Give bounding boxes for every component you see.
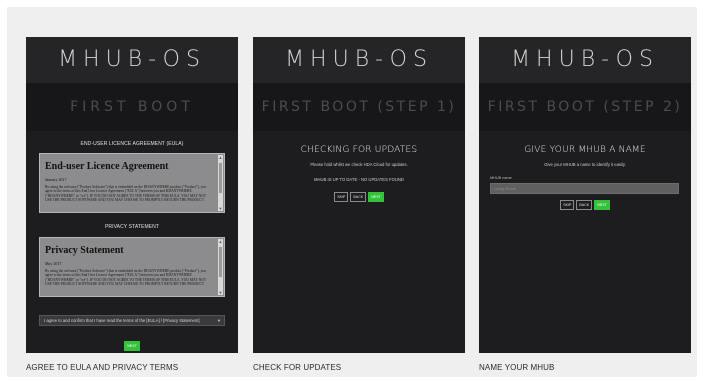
updates-actions: SKIP BACK NEXT xyxy=(253,192,465,202)
caption-eula: AGREE TO EULA AND PRIVACY TERMS xyxy=(26,363,179,372)
mhub-name-placeholder: Living Room xyxy=(494,186,517,191)
skip-button[interactable]: SKIP xyxy=(334,192,349,202)
skip-button[interactable]: SKIP xyxy=(560,200,575,210)
eula-actions: NEXT xyxy=(26,341,238,351)
scroll-down-icon[interactable]: ▼ xyxy=(218,206,223,211)
eula-doc-date: January 2017 xyxy=(45,177,67,182)
mhub-os-logo: MHUB-OS xyxy=(479,37,691,83)
next-button[interactable]: NEXT xyxy=(594,200,610,210)
privacy-doc-body: By using the software ("Product Software… xyxy=(45,269,206,287)
screen-name-mhub: MHUB-OS FIRST BOOT (STEP 2) GIVE YOUR MH… xyxy=(479,37,691,353)
back-button[interactable]: BACK xyxy=(576,200,593,210)
scroll-down-icon[interactable]: ▼ xyxy=(218,290,223,295)
eula-scrollbar[interactable]: ▲ ▼ xyxy=(218,155,223,211)
next-button[interactable]: NEXT xyxy=(368,192,384,202)
page-title: FIRST BOOT (STEP 2) xyxy=(479,83,691,131)
updates-subtitle: Please hold whilst we check HDA Cloud fo… xyxy=(310,162,408,167)
showcase-panel: MHUB-OS FIRST BOOT END-USER LICENCE AGRE… xyxy=(7,7,697,377)
back-button[interactable]: BACK xyxy=(350,192,367,202)
eula-doc-body: By using the software ("Product Software… xyxy=(45,185,206,203)
page-title: FIRST BOOT xyxy=(26,83,238,131)
updates-status: MHUB IS UP TO DATE - NO UPDATES FOUND xyxy=(314,177,404,182)
mhub-os-logo: MHUB-OS xyxy=(26,37,238,83)
scroll-thumb[interactable] xyxy=(219,247,222,277)
scroll-up-icon[interactable]: ▲ xyxy=(218,239,223,244)
privacy-doc-heading: Privacy Statement xyxy=(45,245,124,256)
name-actions: SKIP BACK NEXT xyxy=(479,200,691,210)
scroll-up-icon[interactable]: ▲ xyxy=(218,155,223,160)
mhub-os-logo: MHUB-OS xyxy=(253,37,465,83)
eula-document[interactable]: End-user Licence Agreement January 2017 … xyxy=(39,153,225,213)
agree-select-value: I agree to and confirm that I have read … xyxy=(44,318,200,323)
privacy-heading-label: PRIVACY STATEMENT xyxy=(104,224,160,230)
mhub-name-label: MHUB name xyxy=(490,176,512,180)
eula-doc-heading: End-user Licence Agreement xyxy=(45,161,169,172)
screen-eula: MHUB-OS FIRST BOOT END-USER LICENCE AGRE… xyxy=(26,37,238,353)
agree-select[interactable]: I agree to and confirm that I have read … xyxy=(39,315,225,326)
mhub-name-input[interactable]: Living Room xyxy=(490,183,679,194)
caption-name: NAME YOUR MHUB xyxy=(479,363,555,372)
privacy-doc-date: May 2017 xyxy=(45,261,62,266)
page-title: FIRST BOOT (STEP 1) xyxy=(253,83,465,131)
caption-updates: CHECK FOR UPDATES xyxy=(253,363,342,372)
scroll-thumb[interactable] xyxy=(219,163,222,193)
name-title: GIVE YOUR MHUB A NAME xyxy=(524,145,646,155)
chevron-down-icon: ▼ xyxy=(217,318,221,323)
updates-title: CHECKING FOR UPDATES xyxy=(300,145,418,155)
privacy-scrollbar[interactable]: ▲ ▼ xyxy=(218,239,223,295)
next-button[interactable]: NEXT xyxy=(124,341,140,351)
name-subtitle: Give your MHUB a name to identify it eas… xyxy=(544,162,626,167)
privacy-document[interactable]: Privacy Statement May 2017 By using the … xyxy=(39,237,225,297)
screen-updates: MHUB-OS FIRST BOOT (STEP 1) CHECKING FOR… xyxy=(253,37,465,353)
eula-heading-label: END-USER LICENCE AGREEMENT (EULA) xyxy=(80,141,184,147)
